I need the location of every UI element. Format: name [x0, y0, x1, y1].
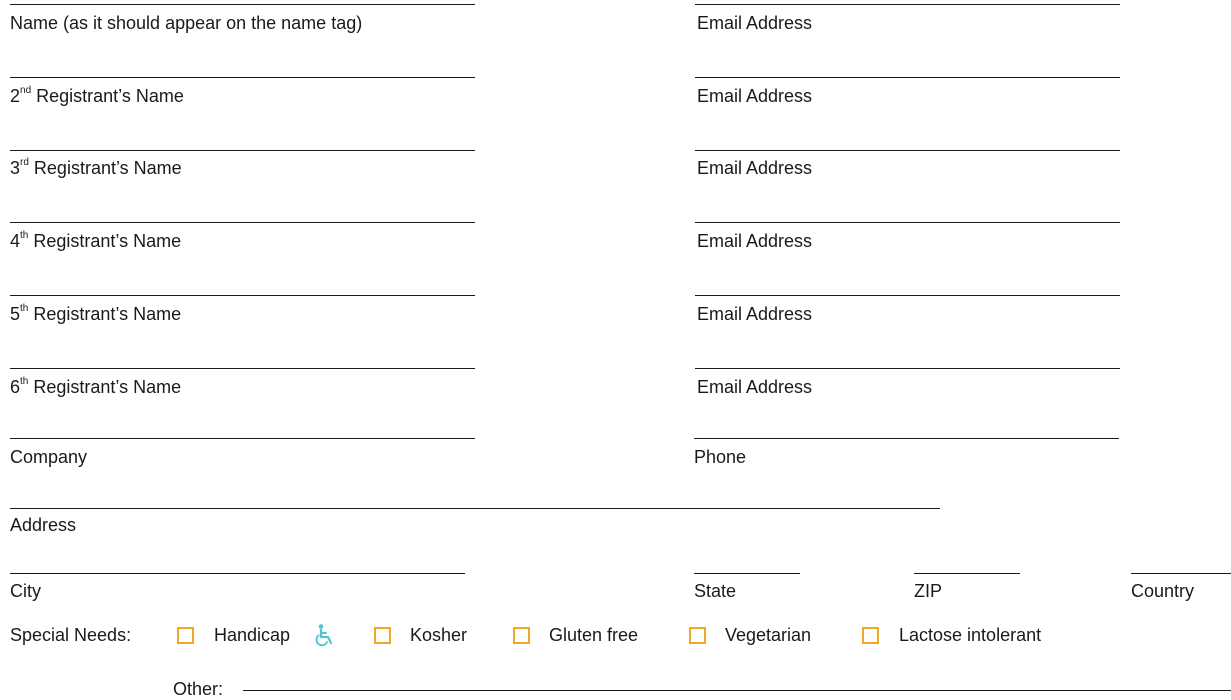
vegetarian-option-label: Vegetarian	[725, 625, 812, 645]
company-label: Company	[10, 447, 88, 467]
handicap-checkbox[interactable]	[177, 627, 194, 644]
other-field-line[interactable]	[243, 690, 1231, 691]
email-1-label: Email Address	[697, 13, 813, 33]
lactose-intolerant-checkbox[interactable]	[862, 627, 879, 644]
state-label: State	[694, 581, 737, 601]
special-needs-row: Special Needs: Handicap Kosher Gluten fr…	[10, 623, 1221, 647]
zip-field-line[interactable]	[914, 573, 1020, 574]
email-3-label: Email Address	[697, 158, 813, 178]
name-2-field-line[interactable]	[10, 77, 475, 78]
address-label: Address	[10, 515, 77, 535]
email-2-label: Email Address	[697, 86, 813, 106]
email-3-field-line[interactable]	[695, 150, 1120, 151]
country-label: Country	[1131, 581, 1195, 601]
gluten-free-option-label: Gluten free	[549, 625, 639, 645]
email-1-field-line[interactable]	[695, 4, 1120, 5]
city-label: City	[10, 581, 41, 601]
state-field-line[interactable]	[694, 573, 800, 574]
name-5-field-line[interactable]	[10, 295, 475, 296]
address-field-line[interactable]	[10, 508, 940, 509]
email-5-label: Email Address	[697, 304, 813, 324]
kosher-option-label: Kosher	[410, 625, 468, 645]
special-needs-label: Special Needs:	[10, 625, 132, 645]
name-3-field-line[interactable]	[10, 150, 475, 151]
lactose-intolerant-option-label: Lactose intolerant	[899, 625, 1042, 645]
handicap-option-label: Handicap	[214, 625, 291, 645]
other-label: Other:	[173, 679, 224, 699]
country-field-line[interactable]	[1131, 573, 1231, 574]
wheelchair-icon	[314, 623, 336, 653]
name-6-field-line[interactable]	[10, 368, 475, 369]
name-1-field-line[interactable]	[10, 4, 475, 5]
name-5-label: 5th Registrant’s Name	[10, 303, 182, 325]
email-4-label: Email Address	[697, 231, 813, 251]
kosher-checkbox[interactable]	[374, 627, 391, 644]
name-4-label: 4th Registrant’s Name	[10, 230, 182, 252]
zip-label: ZIP	[914, 581, 943, 601]
email-6-field-line[interactable]	[695, 368, 1120, 369]
name-6-label: 6th Registrant’s Name	[10, 376, 182, 398]
company-field-line[interactable]	[10, 438, 475, 439]
name-3-label: 3rd Registrant’s Name	[10, 157, 182, 179]
email-6-label: Email Address	[697, 377, 813, 397]
city-field-line[interactable]	[10, 573, 465, 574]
email-4-field-line[interactable]	[695, 222, 1120, 223]
vegetarian-checkbox[interactable]	[689, 627, 706, 644]
email-2-field-line[interactable]	[695, 77, 1120, 78]
gluten-free-checkbox[interactable]	[513, 627, 530, 644]
phone-field-line[interactable]	[694, 438, 1119, 439]
name-4-field-line[interactable]	[10, 222, 475, 223]
email-5-field-line[interactable]	[695, 295, 1120, 296]
name-1-label: Name (as it should appear on the name ta…	[10, 13, 363, 33]
name-2-label: 2nd Registrant’s Name	[10, 85, 184, 107]
phone-label: Phone	[694, 447, 747, 467]
